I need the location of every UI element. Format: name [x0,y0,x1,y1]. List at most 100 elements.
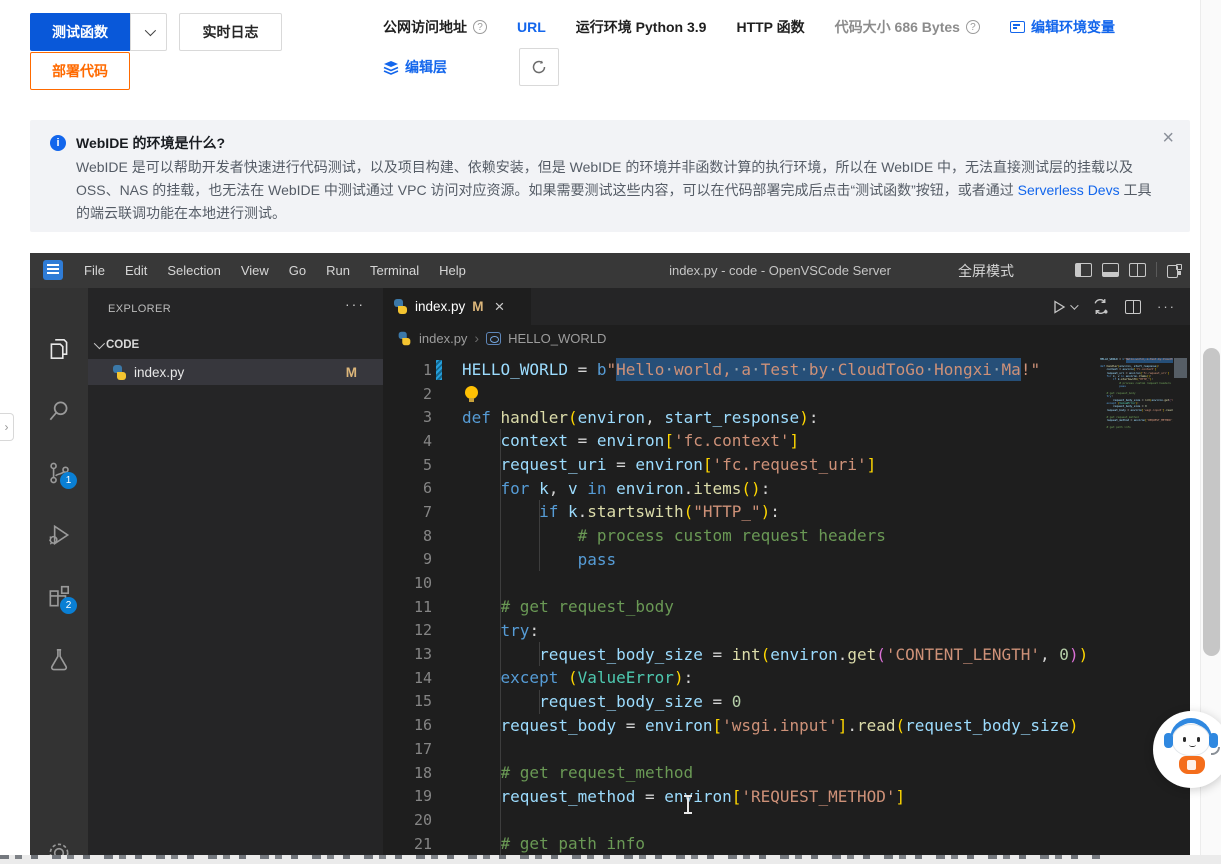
code-line-9[interactable]: 9 pass [383,548,1098,572]
menu-file[interactable]: File [74,258,115,284]
breadcrumb-symbol[interactable]: HELLO_WORLD [508,331,606,346]
explorer-header: EXPLORER [108,303,171,315]
menu-terminal[interactable]: Terminal [360,258,429,284]
code-line-21[interactable]: 21 # get path info [383,832,1098,856]
fullscreen-mode-button[interactable]: 全屏模式 [958,253,1014,288]
code-line-11[interactable]: 11 # get request_body [383,595,1098,619]
testing-icon[interactable] [46,646,72,672]
help-icon[interactable]: ? [473,20,487,34]
tab-label: index.py [415,299,465,314]
panel-expander-button[interactable]: › [0,413,14,441]
robot-body-icon [1179,756,1205,774]
serverless-devs-link[interactable]: Serverless Devs [1018,182,1120,198]
page-scrollbar-thumb[interactable] [1203,348,1220,656]
openvscode-logo-icon [43,260,63,280]
source-control-badge: 1 [60,472,77,489]
code-line-3[interactable]: 3def handler(environ, start_response): [383,405,1098,429]
code-line-20[interactable]: 20 [383,808,1098,832]
menu-run[interactable]: Run [316,258,360,284]
test-function-dropdown-button[interactable] [130,13,167,51]
line-number: 6 [383,479,432,497]
code-line-10[interactable]: 10 [383,571,1098,595]
menubar: FileEditSelectionViewGoRunTerminalHelp [74,253,476,288]
run-debug-icon[interactable] [46,522,72,548]
line-number: 21 [383,835,432,853]
lightbulb-icon[interactable] [465,386,478,399]
menu-help[interactable]: Help [429,258,476,284]
deploy-code-button[interactable]: 部署代码 [30,52,130,90]
function-meta-bar: 公网访问地址 ? URL 运行环境 Python 3.9 HTTP 函数 代码大… [383,16,1115,38]
explorer-icon[interactable] [46,336,72,362]
code-line-18[interactable]: 18 # get request_method [383,761,1098,785]
edit-env-variables-link[interactable]: 编辑环境变量 [1031,17,1115,37]
menu-selection[interactable]: Selection [157,258,230,284]
code-folder-row[interactable]: CODE [88,333,383,357]
file-name: index.py [134,365,184,380]
line-number: 3 [383,408,432,426]
http-function-label: HTTP 函数 [736,17,804,37]
layers-icon [383,60,399,75]
run-python-file-button[interactable] [1051,299,1076,315]
edit-layer-link[interactable]: 编辑层 [405,57,447,77]
refresh-button[interactable] [519,48,559,86]
toggle-sidebar-icon[interactable] [1075,263,1092,277]
symbol-icon [486,332,501,345]
code-line-6[interactable]: 6 for k, v in environ.items(): [383,476,1098,500]
code-line-14[interactable]: 14 except (ValueError): [383,666,1098,690]
code-line-5[interactable]: 5 request_uri = environ['fc.request_uri'… [383,453,1098,477]
realtime-logs-button[interactable]: 实时日志 [179,13,282,51]
breadcrumb-file[interactable]: index.py [419,331,467,346]
line-number: 19 [383,787,432,805]
tab-modified-badge: M [472,299,483,314]
close-tab-icon[interactable]: × [495,297,505,317]
file-row-indexpy[interactable]: index.py M [88,359,383,385]
tab-indexpy[interactable]: index.py M × [383,288,531,325]
toggle-panel-icon[interactable] [1102,263,1119,277]
more-actions-icon[interactable]: ··· [345,296,365,312]
refresh-icon [531,59,547,75]
help-assistant-widget[interactable] [1153,711,1221,788]
line-number: 2 [383,385,432,403]
window-title: index.py - code - OpenVSCode Server [590,253,970,288]
toggle-secondary-sidebar-icon[interactable] [1129,263,1146,277]
code-line-15[interactable]: 15 request_body_size = 0 [383,690,1098,714]
code-line-4[interactable]: 4 context = environ['fc.context'] [383,429,1098,453]
menu-edit[interactable]: Edit [115,258,157,284]
indent-guide [500,429,501,856]
explorer-sidebar: EXPLORER ··· CODE index.py M [88,288,383,864]
extensions-icon[interactable]: 2 [46,584,72,610]
code-line-7[interactable]: 7 if k.startswith("HTTP_"): [383,500,1098,524]
help-icon[interactable]: ? [966,20,980,34]
code-line-19[interactable]: 19 request_method = environ['REQUEST_MET… [383,784,1098,808]
env-variables-icon [1010,21,1025,33]
indent-guide [539,642,540,666]
line-number: 20 [383,811,432,829]
code-line-2[interactable]: 2 [383,382,1098,406]
minimap[interactable]: HELLO_WORLD = b"Hello·world,·a·Test·by·C… [1098,358,1173,864]
code-line-8[interactable]: 8 # process custom request headers [383,524,1098,548]
chevron-down-icon [94,338,105,349]
code-line-17[interactable]: 17 [383,737,1098,761]
code-editor[interactable]: 1HELLO_WORLD = b"Hello·world,·a·Test·by·… [383,358,1098,864]
code-line-13[interactable]: 13 request_body_size = int(environ.get('… [383,642,1098,666]
code-line-12[interactable]: 12 try: [383,619,1098,643]
menu-view[interactable]: View [231,258,279,284]
editor-more-actions-icon[interactable]: ··· [1157,299,1176,314]
editor-scrollbar[interactable] [1173,358,1188,864]
test-function-button[interactable]: 测试函数 [30,13,130,51]
search-icon[interactable] [46,398,72,424]
robot-smile [1189,743,1196,747]
menu-go[interactable]: Go [279,258,316,284]
webide-window: FileEditSelectionViewGoRunTerminalHelp i… [30,253,1190,864]
source-control-icon[interactable]: 1 [46,460,72,486]
url-link[interactable]: URL [517,19,546,35]
close-icon[interactable]: × [1162,128,1174,148]
code-line-1[interactable]: 1HELLO_WORLD = b"Hello·world,·a·Test·by·… [383,358,1098,382]
code-line-16[interactable]: 16 request_body = environ['wsgi.input'].… [383,713,1098,737]
split-editor-icon[interactable] [1125,300,1141,314]
editor-scrollbar-thumb[interactable] [1174,358,1187,378]
editor-group: index.py M × ··· [383,288,1190,864]
tab-bar: index.py M × ··· [383,288,1190,325]
customize-layout-icon[interactable] [1167,263,1183,277]
open-changes-icon[interactable] [1092,298,1109,315]
